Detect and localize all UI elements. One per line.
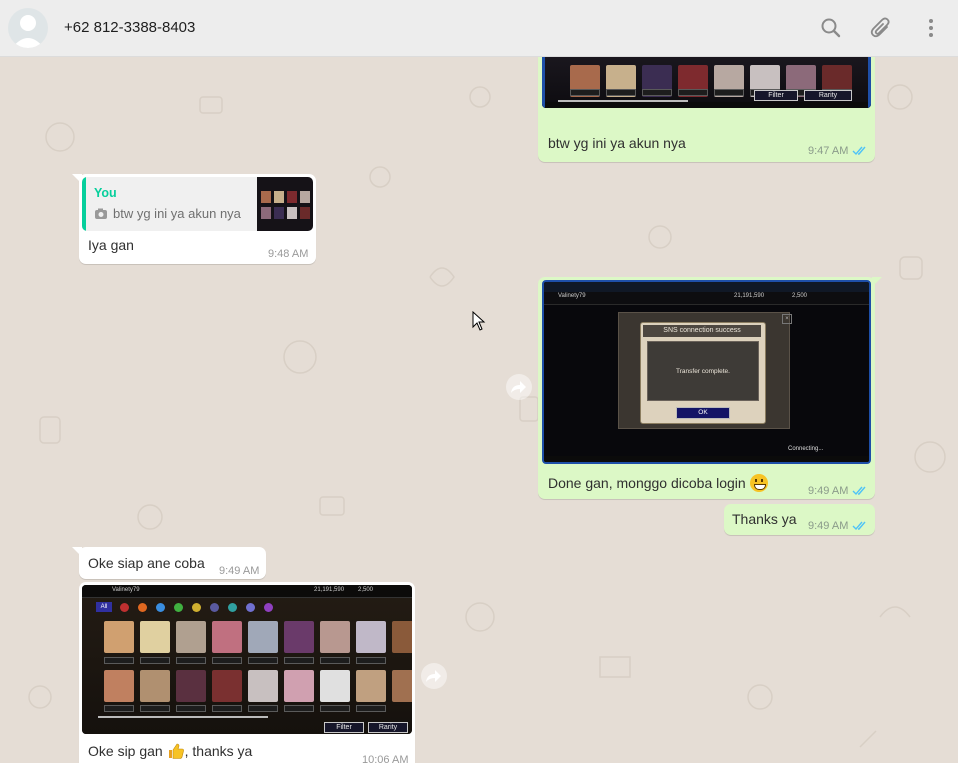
message-outgoing-image[interactable]: Valinety79 21,191,590 2,500 SNS connecti… <box>538 277 875 499</box>
read-receipt-icon <box>852 521 866 531</box>
message-image[interactable]: Filter Rarity <box>542 57 871 108</box>
dialog-ok-button: OK <box>676 407 730 419</box>
image-rarity-button: Rarity <box>804 90 852 101</box>
dialog-close-icon: × <box>782 314 792 324</box>
forward-icon[interactable] <box>421 663 447 689</box>
thumbs-up-emoji <box>167 742 185 760</box>
quote-author: You <box>94 186 117 200</box>
message-time: 9:49 AM <box>808 520 849 532</box>
read-receipt-icon <box>852 486 866 496</box>
attach-icon[interactable] <box>868 15 894 41</box>
message-time: 9:48 AM <box>268 248 309 260</box>
camera-icon <box>95 208 107 219</box>
image-rarity-button: Rarity <box>368 722 408 733</box>
quote-text: btw yg ini ya akun nya <box>113 206 241 221</box>
quoted-message[interactable]: You btw yg ini ya akun nya <box>82 177 313 231</box>
image-filter-button: Filter <box>754 90 798 101</box>
message-text: Thanks ya <box>732 511 797 527</box>
chat-header: +62 812-3388-8403 <box>0 0 958 57</box>
grinning-face-emoji <box>749 474 768 492</box>
connecting-text: Connecting... <box>788 446 824 452</box>
message-incoming-image[interactable]: Valinety79 21,191,590 2,500 All Filter R… <box>79 582 415 763</box>
dialog-box: SNS connection success Transfer complete… <box>640 322 766 424</box>
game-username: Valinety79 <box>558 293 586 299</box>
read-receipt-icon <box>852 146 866 156</box>
element-filter-all: All <box>96 602 112 612</box>
search-icon[interactable] <box>818 15 844 41</box>
dialog-title: SNS connection success <box>643 325 761 337</box>
game-gold: 21,191,590 <box>734 293 765 299</box>
game-gems: 2,500 <box>792 293 808 299</box>
message-incoming-reply[interactable]: You btw yg ini ya akun nya Iya gan 9:48 … <box>79 174 316 264</box>
forward-icon[interactable] <box>506 374 532 400</box>
message-time: 9:49 AM <box>219 565 260 577</box>
message-image[interactable]: Valinety79 21,191,590 2,500 All Filter R… <box>82 585 412 734</box>
image-filter-button: Filter <box>324 722 364 733</box>
message-outgoing-image[interactable]: Filter Rarity btw yg ini ya akun nya 9:4… <box>538 57 875 162</box>
mouse-cursor-icon <box>472 311 486 331</box>
message-time: 10:06 AM <box>362 754 409 763</box>
game-username: Valinety79 <box>112 587 140 593</box>
quote-thumbnail <box>257 177 313 231</box>
dialog-text: Transfer complete. <box>647 341 759 401</box>
message-caption: Done gan, monggo dicoba login <box>548 474 768 492</box>
message-incoming-text[interactable]: Oke siap ane coba 9:49 AM <box>79 547 266 579</box>
message-caption: btw yg ini ya akun nya <box>548 135 686 151</box>
message-time: 9:49 AM <box>808 485 849 497</box>
avatar-icon[interactable] <box>8 8 48 48</box>
message-text: Oke siap ane coba <box>88 555 205 571</box>
chat-area[interactable]: Filter Rarity btw yg ini ya akun nya 9:4… <box>0 57 958 763</box>
menu-icon[interactable] <box>918 15 944 41</box>
message-caption: Oke sip gan , thanks ya <box>88 742 253 760</box>
game-gems: 2,500 <box>358 587 374 593</box>
message-time: 9:47 AM <box>808 145 849 157</box>
message-outgoing-text[interactable]: Thanks ya 9:49 AM <box>724 504 875 535</box>
game-gold: 21,191,590 <box>314 587 345 593</box>
contact-name[interactable]: +62 812-3388-8403 <box>64 19 195 36</box>
message-image[interactable]: Valinety79 21,191,590 2,500 SNS connecti… <box>542 280 871 464</box>
message-text: Iya gan <box>88 237 134 253</box>
